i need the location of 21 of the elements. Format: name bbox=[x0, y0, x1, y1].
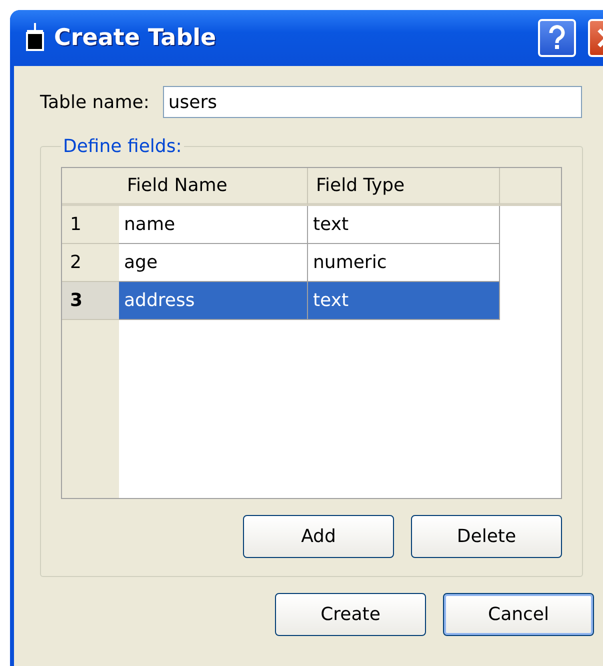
table-icon bbox=[24, 23, 46, 53]
group-legend: Define fields: bbox=[61, 136, 184, 157]
create-button[interactable]: Create bbox=[275, 593, 426, 636]
header-filler bbox=[500, 168, 561, 206]
table-cell[interactable]: address bbox=[119, 282, 308, 320]
help-icon bbox=[548, 25, 566, 51]
column-header[interactable]: Field Type bbox=[308, 168, 500, 206]
cancel-button[interactable]: Cancel bbox=[443, 593, 594, 636]
table-cell[interactable]: age bbox=[119, 244, 308, 282]
window-title: Create Table bbox=[54, 25, 218, 51]
table-cell[interactable]: numeric bbox=[308, 244, 500, 282]
column-header[interactable]: Field Name bbox=[119, 168, 308, 206]
table-name-field[interactable]: users bbox=[163, 86, 582, 118]
table-cell[interactable]: text bbox=[308, 282, 500, 320]
table-cell[interactable]: text bbox=[308, 206, 500, 244]
add-button[interactable]: Add bbox=[243, 515, 394, 558]
table-cell[interactable]: name bbox=[119, 206, 308, 244]
help-button[interactable] bbox=[538, 19, 576, 57]
delete-button[interactable]: Delete bbox=[411, 515, 562, 558]
table-name-label: Table name: bbox=[40, 92, 150, 112]
row-header[interactable]: 3 bbox=[62, 282, 119, 320]
